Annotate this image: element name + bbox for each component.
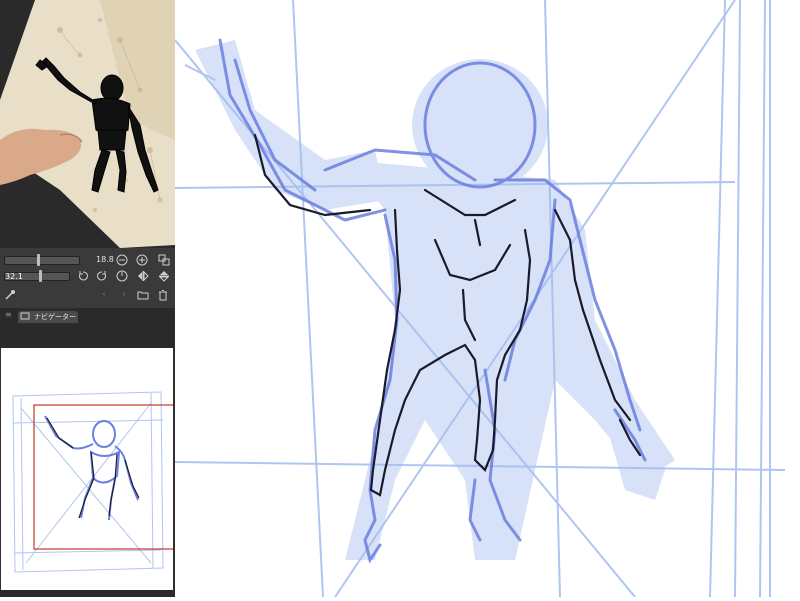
trash-icon[interactable]	[157, 289, 169, 301]
rotate-left-icon[interactable]	[77, 270, 89, 282]
navigator-tab-icon	[20, 311, 30, 321]
flip-vertical-icon[interactable]	[158, 270, 170, 282]
zoom-slider-knob[interactable]	[37, 254, 41, 266]
rotate-right-icon[interactable]	[96, 270, 108, 282]
navigator-thumbnail	[12, 391, 173, 573]
rotate-slider-knob[interactable]	[39, 270, 43, 282]
sub-view-reference[interactable]	[0, 0, 175, 248]
reference-photo	[0, 0, 175, 248]
zoom-in-icon[interactable]	[136, 254, 148, 266]
sub-view-toolbar: 18.8 32.1 ‹ ›	[0, 248, 175, 308]
fit-view-icon[interactable]	[158, 254, 170, 266]
tab-navigator-label: ナビゲーター	[34, 313, 76, 321]
flip-horizontal-icon[interactable]	[137, 270, 149, 282]
navigator-bottom-bar	[0, 590, 175, 597]
eyedropper-icon[interactable]	[4, 289, 16, 301]
panel-menu-icon[interactable]: ≡	[5, 310, 12, 319]
chevron-left-icon[interactable]: ‹	[98, 289, 110, 301]
zoom-out-icon[interactable]	[116, 254, 128, 266]
zoom-value: 18.8	[96, 255, 114, 264]
chevron-right-icon[interactable]: ›	[118, 289, 130, 301]
sketch-artwork	[174, 0, 786, 598]
zoom-slider[interactable]	[4, 256, 80, 265]
folder-open-icon[interactable]	[137, 289, 149, 301]
light-shading	[195, 40, 675, 560]
reset-rotation-icon[interactable]	[116, 270, 128, 282]
left-panel: 18.8 32.1 ‹ › ≡ ナビゲーター	[0, 0, 175, 597]
drawing-canvas[interactable]	[174, 0, 800, 598]
rotate-value: 32.1	[5, 272, 23, 281]
navigator-preview[interactable]	[1, 348, 173, 590]
